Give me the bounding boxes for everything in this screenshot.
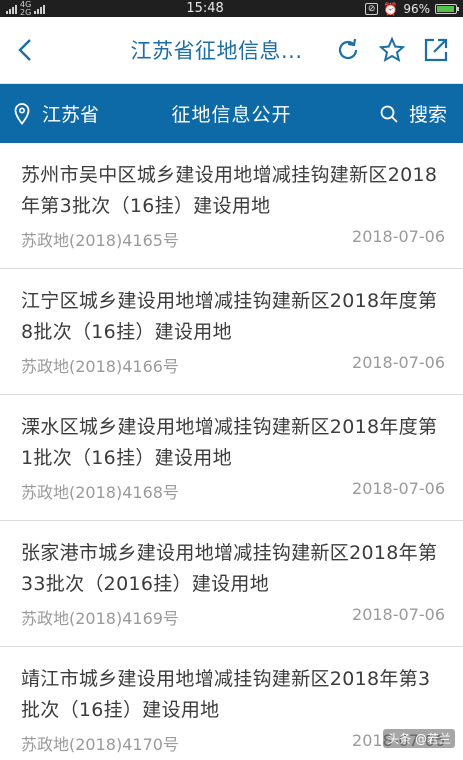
item-doc-number: 苏政地(2018)4168号	[21, 483, 179, 502]
item-meta: 苏政地(2018)4165号 2018-07-06	[21, 227, 445, 251]
share-button[interactable]	[421, 35, 451, 65]
share-icon	[424, 38, 448, 62]
location-pin-icon	[14, 102, 30, 125]
location-selector[interactable]: 江苏省	[12, 100, 162, 127]
list-item[interactable]: 苏州市吴中区城乡建设用地增减挂钩建新区2018年第3批次（16挂）建设用地 苏政…	[0, 143, 463, 269]
list-item[interactable]: 张家港市城乡建设用地增减挂钩建新区2018年第33批次（2016挂）建设用地 苏…	[0, 521, 463, 647]
status-time: 15:48	[186, 1, 224, 16]
search-label: 搜索	[408, 104, 447, 126]
item-meta: 苏政地(2018)4169号 2018-07-06	[21, 605, 445, 629]
item-meta: 苏政地(2018)4168号 2018-07-06	[21, 479, 445, 503]
status-right: ⊘ ⏰ 96%	[364, 1, 459, 16]
network-status: 4G 2G	[6, 0, 46, 17]
item-meta: 苏政地(2018)4170号 2018-07-06	[21, 731, 445, 755]
watermark: 头条 @若兰	[383, 729, 455, 748]
battery-icon	[435, 3, 459, 14]
network-type-bottom: 2G	[20, 7, 32, 17]
list-item[interactable]: 溧水区城乡建设用地增减挂钩建新区2018年度第1批次（16挂）建设用地 苏政地(…	[0, 395, 463, 521]
refresh-button[interactable]	[333, 35, 363, 65]
search-button[interactable]: 搜索	[301, 100, 451, 127]
item-doc-number: 苏政地(2018)4169号	[21, 609, 179, 628]
item-meta: 苏政地(2018)4166号 2018-07-06	[21, 353, 445, 377]
item-doc-number: 苏政地(2018)4166号	[21, 357, 179, 376]
item-title: 溧水区城乡建设用地增减挂钩建新区2018年度第1批次（16挂）建设用地	[21, 416, 438, 469]
back-icon	[18, 39, 31, 61]
item-doc-number: 苏政地(2018)4170号	[21, 735, 179, 754]
location-label: 江苏省	[42, 104, 100, 126]
refresh-icon	[338, 38, 358, 60]
item-title: 靖江市城乡建设用地增减挂钩建新区2018年第3批次（16挂）建设用地	[21, 668, 431, 721]
nav-section-title: 征地信息公开	[171, 104, 292, 126]
item-title: 苏州市吴中区城乡建设用地增减挂钩建新区2018年第3批次（16挂）建设用地	[21, 164, 438, 217]
battery-percent: 96%	[403, 1, 430, 16]
title-actions	[333, 35, 453, 65]
list-item[interactable]: 江宁区城乡建设用地增减挂钩建新区2018年度第8批次（16挂）建设用地 苏政地(…	[0, 269, 463, 395]
item-date: 2018-07-06	[352, 479, 445, 498]
item-doc-number: 苏政地(2018)4165号	[21, 231, 179, 250]
item-date: 2018-07-06	[352, 227, 445, 246]
page-title: 江苏省征地信息...	[130, 39, 303, 63]
item-date: 2018-07-06	[352, 353, 445, 372]
signal-icon-2	[34, 4, 46, 14]
item-date: 2018-07-06	[352, 605, 445, 624]
notice-list: 苏州市吴中区城乡建设用地增减挂钩建新区2018年第3批次（16挂）建设用地 苏政…	[0, 143, 463, 760]
favorite-button[interactable]	[377, 35, 407, 65]
nav-bar: 江苏省 征地信息公开 搜索	[0, 84, 463, 143]
back-button[interactable]	[10, 30, 40, 70]
search-icon	[380, 105, 398, 123]
star-icon	[379, 37, 405, 63]
status-bar: 4G 2G 15:48 ⊘ ⏰ 96%	[0, 0, 463, 17]
signal-icon	[6, 4, 17, 14]
hd-icon: ⊘	[364, 2, 379, 15]
item-title: 张家港市城乡建设用地增减挂钩建新区2018年第33批次（2016挂）建设用地	[21, 542, 438, 595]
alarm-icon: ⏰	[383, 1, 399, 16]
title-bar: 江苏省征地信息...	[0, 17, 463, 84]
item-title: 江宁区城乡建设用地增减挂钩建新区2018年度第8批次（16挂）建设用地	[21, 290, 438, 343]
